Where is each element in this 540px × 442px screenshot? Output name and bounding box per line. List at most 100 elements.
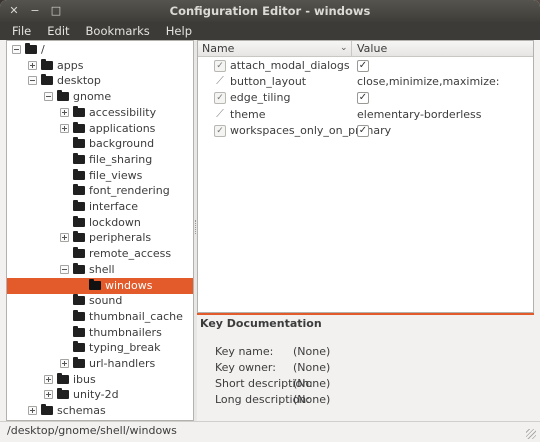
- expand-icon[interactable]: [60, 107, 69, 117]
- folder-icon: [73, 325, 85, 337]
- menu-help[interactable]: Help: [158, 22, 200, 40]
- key-name-value: (None): [293, 345, 331, 358]
- tree-item-label: url-handlers: [89, 357, 156, 370]
- expand-icon[interactable]: [60, 233, 69, 243]
- current-path: /desktop/gnome/shell/windows: [7, 424, 177, 437]
- tree-item-shell[interactable]: shell: [7, 262, 193, 278]
- collapse-icon[interactable]: [60, 264, 69, 274]
- window-title: Configuration Editor - windows: [169, 4, 371, 18]
- folder-icon: [73, 152, 85, 164]
- status-bar: /desktop/gnome/shell/windows: [0, 421, 540, 442]
- expand-icon[interactable]: [44, 374, 53, 384]
- folder-icon: [73, 200, 85, 211]
- documentation-title: Key Documentation: [200, 317, 322, 330]
- tree-item-windows[interactable]: windows: [7, 277, 193, 294]
- menu-edit[interactable]: Edit: [39, 22, 77, 40]
- collapse-icon[interactable]: [12, 45, 21, 54]
- tree-item-label: typing_break: [89, 341, 161, 355]
- tree-item-applications[interactable]: applications: [7, 121, 193, 137]
- folder-icon: [73, 247, 85, 259]
- key-row-button-layout[interactable]: ⟋ button_layout close,minimize,maximize:: [198, 74, 533, 90]
- boolean-type-icon: ✓: [214, 92, 226, 105]
- key-name: theme: [230, 107, 266, 121]
- folder-icon: [73, 231, 85, 243]
- expand-icon[interactable]: [44, 390, 53, 400]
- tree-item-label: ibus: [73, 372, 96, 386]
- directory-tree[interactable]: / apps desktop gnome accessibility applicatio…: [6, 40, 194, 421]
- key-name: edge_tiling: [230, 91, 291, 105]
- tree-item-typing-break[interactable]: typing_break: [7, 340, 193, 356]
- boolean-type-icon: ✓: [214, 60, 226, 72]
- tree-item-font-rendering[interactable]: font_rendering: [7, 183, 193, 199]
- value-checkbox[interactable]: ✓: [357, 60, 369, 72]
- tree-item-sound[interactable]: sound: [7, 293, 193, 309]
- expand-icon[interactable]: [60, 123, 69, 133]
- folder-icon: [73, 168, 85, 180]
- tree-item-apps[interactable]: apps: [7, 58, 193, 74]
- folder-icon: [73, 294, 85, 306]
- tree-item-accessibility[interactable]: accessibility: [7, 105, 193, 121]
- key-name-label: Key name:: [215, 345, 274, 358]
- tree-item-gnome[interactable]: gnome: [7, 89, 193, 105]
- expand-icon[interactable]: [28, 60, 37, 70]
- folder-icon: [41, 404, 53, 416]
- tree-item-desktop[interactable]: desktop: [7, 73, 193, 89]
- tree-item-file-sharing[interactable]: file_sharing: [7, 152, 193, 168]
- tree-item-root[interactable]: /: [7, 42, 193, 58]
- tree-item-interface[interactable]: interface: [7, 199, 193, 215]
- folder-icon: [89, 278, 101, 290]
- tree-item-label: interface: [89, 200, 139, 213]
- key-row-workspaces-only-on-primary[interactable]: ✓ workspaces_only_on_primary ✓: [198, 123, 533, 139]
- key-value[interactable]: elementary-borderless: [357, 108, 482, 121]
- menu-file[interactable]: File: [4, 22, 39, 40]
- key-name: attach_modal_dialogs: [230, 59, 350, 72]
- tree-item-unity-2d[interactable]: unity-2d: [7, 387, 193, 403]
- tree-item-url-handlers[interactable]: url-handlers: [7, 356, 193, 372]
- configuration-editor-window: ✕ − □ Configuration Editor - windows Fil…: [0, 0, 540, 442]
- folder-icon: [73, 184, 85, 196]
- tree-item-label: sound: [89, 294, 123, 308]
- resize-grip-icon[interactable]: [526, 429, 536, 439]
- collapse-icon[interactable]: [28, 76, 37, 86]
- tree-item-thumbnail-cache[interactable]: thumbnail_cache: [7, 309, 193, 325]
- folder-icon: [73, 341, 85, 353]
- key-row-edge-tiling[interactable]: ✓ edge_tiling ✓: [198, 90, 533, 106]
- collapse-icon[interactable]: [44, 92, 53, 102]
- tree-item-label: windows: [105, 278, 153, 292]
- tree-item-label: apps: [57, 58, 84, 72]
- tree-item-file-views[interactable]: file_views: [7, 168, 193, 184]
- tree-item-label: background: [89, 137, 155, 151]
- title-bar[interactable]: ✕ − □ Configuration Editor - windows: [0, 0, 540, 22]
- sort-chevron-icon[interactable]: ⌄: [340, 43, 348, 53]
- key-row-attach-modal-dialogs[interactable]: ✓ attach_modal_dialogs ✓: [198, 58, 533, 74]
- expand-icon[interactable]: [60, 359, 69, 368]
- keys-list[interactable]: Name ⌄ Value ✓ attach_modal_dialogs ✓ ⟋ butt…: [197, 40, 534, 313]
- column-header-name[interactable]: Name: [202, 42, 234, 55]
- tree-item-remote-access[interactable]: remote_access: [7, 246, 193, 262]
- tree-item-label: remote_access: [89, 247, 172, 261]
- folder-icon: [41, 74, 53, 86]
- long-description-value: (None): [293, 393, 331, 406]
- tree-item-peripherals[interactable]: peripherals: [7, 230, 193, 246]
- folder-icon: [73, 262, 85, 274]
- folder-icon: [73, 309, 85, 321]
- value-checkbox[interactable]: ✓: [357, 92, 369, 105]
- tree-item-label: peripherals: [89, 231, 152, 245]
- value-checkbox[interactable]: ✓: [357, 124, 369, 137]
- tree-item-label: gnome: [73, 90, 112, 104]
- tree-item-label: file_sharing: [89, 152, 153, 166]
- tree-item-label: font_rendering: [89, 184, 170, 198]
- tree-item-label: thumbnail_cache: [89, 309, 183, 323]
- key-value[interactable]: close,minimize,maximize:: [357, 75, 499, 88]
- menu-bookmarks[interactable]: Bookmarks: [78, 22, 158, 40]
- string-type-icon: ⟋: [216, 106, 224, 120]
- column-divider[interactable]: [351, 41, 352, 57]
- tree-item-lockdown[interactable]: lockdown: [7, 215, 193, 231]
- tree-item-thumbnailers[interactable]: thumbnailers: [7, 325, 193, 341]
- expand-icon[interactable]: [28, 406, 37, 416]
- column-header-value[interactable]: Value: [357, 42, 387, 55]
- tree-item-ibus[interactable]: ibus: [7, 372, 193, 388]
- tree-item-schemas[interactable]: schemas: [7, 403, 193, 419]
- tree-item-background[interactable]: background: [7, 136, 193, 152]
- key-row-theme[interactable]: ⟋ theme elementary-borderless: [198, 107, 533, 123]
